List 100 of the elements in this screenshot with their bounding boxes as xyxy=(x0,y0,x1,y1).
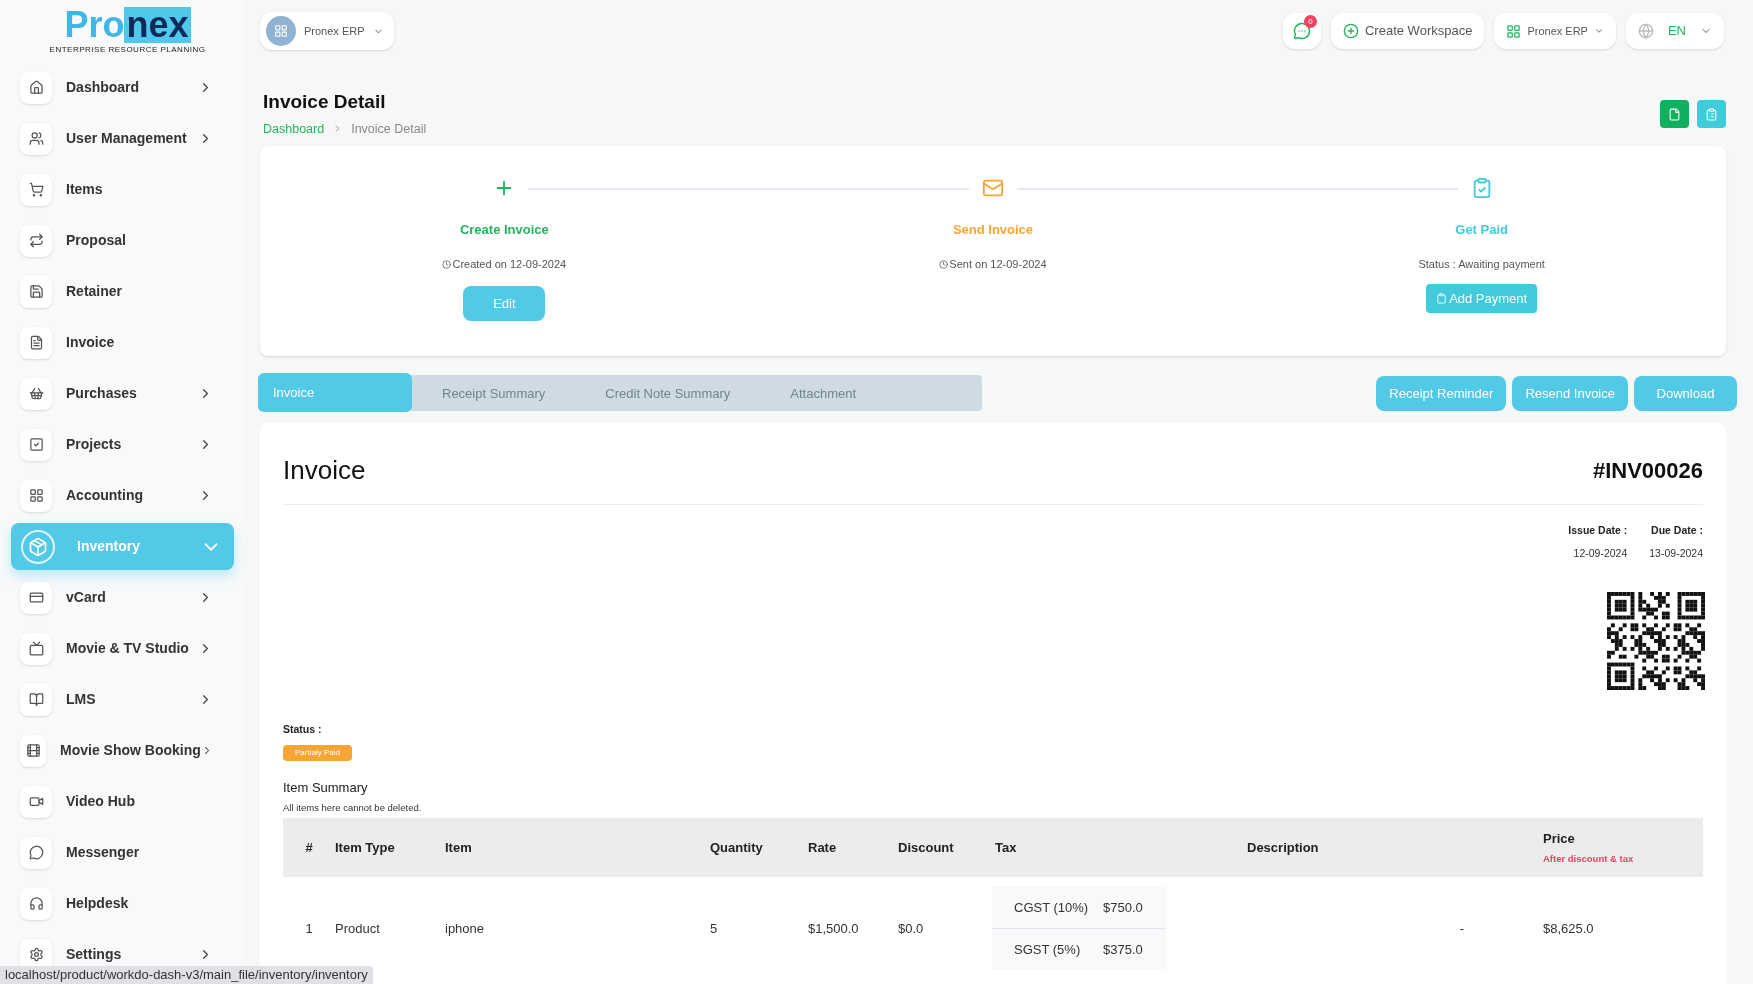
clock-icon xyxy=(939,259,949,269)
sidebar-item[interactable]: Purchases xyxy=(0,370,245,417)
clipboard-button[interactable] xyxy=(1697,100,1726,128)
status-label: Status : xyxy=(283,721,322,737)
sidebar-label: LMS xyxy=(66,690,97,709)
sidebar-label: Invoice xyxy=(66,333,116,352)
save-icon xyxy=(20,275,52,308)
sidebar-item[interactable]: User Management xyxy=(0,115,245,162)
column-header: Price xyxy=(1543,830,1576,849)
sidebar-label: Proposal xyxy=(66,231,127,250)
caret-icon xyxy=(1593,26,1604,36)
sidebar-label: Items xyxy=(66,180,104,199)
table-cell-text: 1 xyxy=(304,919,314,938)
invoice-number: #INV00026 xyxy=(1592,457,1703,486)
section-note: All items here cannot be deleted. xyxy=(283,801,422,815)
clock-icon xyxy=(442,259,452,269)
sidebar-label: Movie & TV Studio xyxy=(66,639,190,658)
file-icon xyxy=(1668,107,1681,121)
sidebar-item[interactable]: Accounting xyxy=(0,472,245,519)
step-note: Created on 12-09-2024 xyxy=(442,255,567,273)
sidebar-label: Projects xyxy=(66,435,123,454)
step-note: Sent on 12-09-2024 xyxy=(939,255,1047,273)
chat-icon xyxy=(1293,22,1311,40)
logo[interactable]: Pronex ENTERPRISE RESOURCE PLANNING xyxy=(0,0,245,62)
url-tooltip: localhost/product/workdo-dash-v3/main_file/inventory/inventory xyxy=(0,966,373,984)
price-note: After discount & tax xyxy=(1543,851,1635,866)
sidebar-label: Settings xyxy=(66,945,123,964)
sidebar-label: User Management xyxy=(66,129,188,148)
sidebar-item[interactable]: Projects xyxy=(0,421,245,468)
sidebar-item[interactable]: Movie & TV Studio xyxy=(0,625,245,672)
column-header: Discount xyxy=(898,840,954,855)
tax-name: CGST (10%) xyxy=(1014,899,1090,917)
card-icon xyxy=(20,581,52,614)
sidebar-label: Purchases xyxy=(66,384,138,403)
clipboard-icon xyxy=(1436,293,1448,305)
sidebar-label: vCard xyxy=(66,588,107,607)
tax-name: SGST (5%) xyxy=(1014,940,1082,959)
chat-icon xyxy=(20,836,52,869)
column-header: Tax xyxy=(995,840,1017,855)
clipboard-icon xyxy=(1705,107,1718,121)
table-cell-text: $1,500.0 xyxy=(808,919,860,938)
date-label: Issue Date : xyxy=(1568,523,1628,539)
date-value: 12-09-2024 xyxy=(1573,546,1628,561)
sidebar-item[interactable]: Helpdesk xyxy=(0,880,245,927)
column-header: Description xyxy=(1247,840,1319,855)
checkbox-icon xyxy=(20,428,52,461)
sidebar-item[interactable]: Messenger xyxy=(0,829,245,876)
notification-badge: 0 xyxy=(1304,15,1317,28)
invoice-heading: Invoice xyxy=(283,454,366,488)
tv-icon xyxy=(20,632,52,665)
sidebar-label: Accounting xyxy=(66,486,144,505)
create-workspace-button[interactable]: Create Workspace xyxy=(1331,13,1485,49)
sidebar-item[interactable]: Invoice xyxy=(0,319,245,366)
column-header: Item Type xyxy=(335,840,395,855)
plus-icon xyxy=(1343,23,1359,39)
sidebar-label: Messenger xyxy=(66,843,141,862)
step-title: Send Invoice xyxy=(952,221,1034,240)
messages-button[interactable]: 0 xyxy=(1283,13,1321,49)
column-header: # xyxy=(305,840,313,855)
video-icon xyxy=(20,785,52,818)
breadcrumb-item: Invoice Detail xyxy=(351,120,427,138)
column-header: Rate xyxy=(808,840,837,855)
step-note: Status : Awaiting payment xyxy=(1418,256,1545,272)
section-title: Item Summary xyxy=(283,778,368,797)
book-icon xyxy=(20,683,52,716)
app-switcher[interactable]: Pronex ERP xyxy=(1494,13,1616,49)
users-icon xyxy=(20,122,52,155)
table-cell-text: - xyxy=(1458,919,1465,938)
grid-icon xyxy=(20,479,52,512)
date-value: 13-09-2024 xyxy=(1649,546,1703,561)
file-button[interactable] xyxy=(1660,100,1689,128)
sidebar-item[interactable]: vCard xyxy=(0,574,245,621)
date-label: Due Date : xyxy=(1651,523,1703,539)
basket-icon xyxy=(20,377,52,410)
sidebar-item[interactable]: Items xyxy=(0,166,245,213)
workspace-selector[interactable]: Pronex ERP xyxy=(260,12,394,50)
sidebar-item[interactable]: Dashboard xyxy=(0,64,245,111)
cart-icon xyxy=(20,173,52,206)
document-icon xyxy=(20,326,52,359)
step-title: Create Invoice xyxy=(459,221,549,240)
sidebar-item[interactable]: Proposal xyxy=(0,217,245,264)
sidebar-label: Movie Show Booking xyxy=(60,741,201,760)
column-header: Item xyxy=(445,840,472,855)
table-cell-text: Product xyxy=(335,919,381,938)
sidebar-label: Dashboard xyxy=(66,78,141,97)
swap-icon xyxy=(20,224,52,257)
sidebar-item[interactable]: LMS xyxy=(0,676,245,723)
step-title: Get Paid xyxy=(1455,221,1509,240)
sidebar-item[interactable]: Video Hub xyxy=(0,778,245,825)
grid-icon xyxy=(1506,23,1522,39)
table-cell-text: iphone xyxy=(445,919,486,938)
globe-icon xyxy=(1637,23,1654,39)
sidebar-label: Helpdesk xyxy=(66,894,130,913)
sidebar-label: Video Hub xyxy=(66,792,136,811)
home-icon xyxy=(20,71,52,104)
column-header: Quantity xyxy=(710,840,763,855)
tax-amount: $375.0 xyxy=(1103,940,1143,959)
sidebar-item[interactable]: Retainer xyxy=(0,268,245,315)
sidebar-item[interactable]: Movie Show Booking xyxy=(0,727,245,774)
film-icon xyxy=(20,734,46,767)
